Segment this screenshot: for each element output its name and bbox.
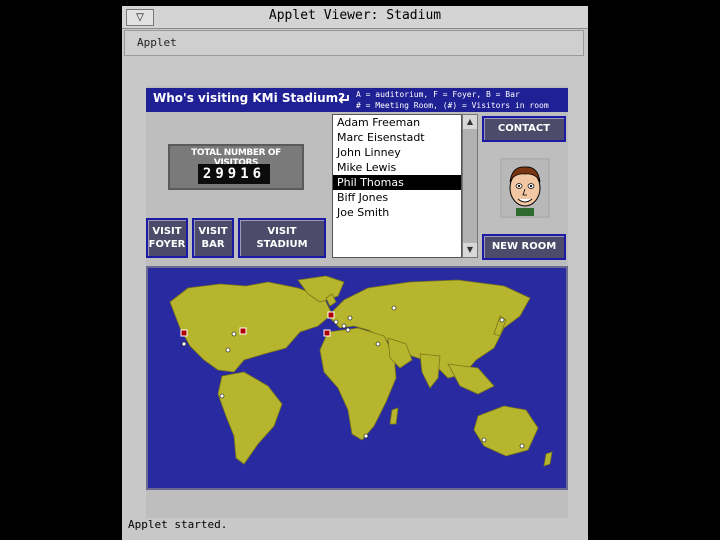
visitor-marker	[341, 323, 347, 329]
legend-line-2: # = Meeting Room, (#) = Visitors in room	[356, 101, 549, 110]
visitor-marker	[231, 331, 237, 337]
menu-bar: Applet	[124, 30, 584, 56]
visitor-list-item[interactable]: Joe Smith	[333, 205, 461, 220]
visit-stadium-button[interactable]: VISIT STADIUM	[238, 218, 326, 258]
room-marker	[323, 329, 331, 337]
legend-line-1: A = auditorium, F = Foyer, B = Bar	[356, 90, 520, 99]
visitor-marker	[375, 341, 381, 347]
visitor-marker	[519, 443, 525, 449]
applet-viewer-window: ▽ Applet Viewer: Stadium Applet Who's vi…	[122, 6, 588, 540]
down-arrow-icon: ↵	[338, 90, 352, 109]
visit-foyer-line1: VISIT	[152, 226, 182, 237]
visitor-marker	[499, 317, 505, 323]
applet-menu[interactable]: Applet	[137, 36, 177, 49]
visitor-marker	[391, 305, 397, 311]
window-title: Applet Viewer: Stadium	[268, 8, 442, 23]
visitor-marker	[345, 327, 351, 333]
visit-bar-button[interactable]: VISIT BAR	[192, 218, 234, 258]
africa-landmass	[319, 327, 397, 441]
southeast-asia-landmass	[447, 363, 495, 395]
visit-stadium-line1: VISIT	[267, 226, 297, 237]
australia-landmass	[473, 405, 539, 457]
visitor-list[interactable]: Adam Freeman Marc Eisenstadt John Linney Mi…	[332, 114, 462, 258]
visitor-list-item[interactable]: Adam Freeman	[333, 115, 461, 130]
room-marker	[239, 327, 247, 335]
visit-foyer-line2: FOYER	[148, 239, 186, 250]
visitor-list-item[interactable]: John Linney	[333, 145, 461, 160]
visitor-marker	[219, 393, 225, 399]
status-bar: Applet started.	[128, 518, 228, 531]
header-banner: Who's visiting KMi Stadium? ↵ A = audito…	[146, 88, 568, 112]
face-icon	[502, 160, 548, 216]
avatar	[500, 158, 550, 218]
new-room-button[interactable]: NEW ROOM	[482, 234, 566, 260]
visitor-list-item[interactable]: Biff Jones	[333, 190, 461, 205]
visitor-list-item[interactable]: Marc Eisenstadt	[333, 130, 461, 145]
counter-digits: 29916	[198, 164, 270, 184]
scroll-down-icon[interactable]: ▼	[463, 243, 477, 257]
visit-stadium-line2: STADIUM	[256, 239, 308, 250]
scroll-up-icon[interactable]: ▲	[463, 115, 477, 129]
world-map[interactable]	[146, 266, 568, 490]
new-zealand-landmass	[543, 451, 553, 467]
india-landmass	[419, 353, 441, 389]
visitor-list-scrollbar[interactable]: ▲ ▼	[462, 114, 478, 258]
visitor-marker	[225, 347, 231, 353]
contact-button[interactable]: CONTACT	[482, 116, 566, 142]
stadium-panel: Who's visiting KMi Stadium? ↵ A = audito…	[146, 86, 568, 518]
north-america-landmass	[169, 281, 333, 373]
title-bar[interactable]: ▽ Applet Viewer: Stadium	[122, 6, 588, 29]
madagascar-landmass	[389, 407, 399, 425]
visitor-marker	[333, 319, 339, 325]
visitor-marker	[347, 315, 353, 321]
visitor-counter: TOTAL NUMBER OF VISITORS 29916	[168, 144, 304, 190]
visit-bar-line1: VISIT	[198, 226, 228, 237]
room-marker	[327, 311, 335, 319]
visitor-list-item[interactable]: Mike Lewis	[333, 160, 461, 175]
visitor-marker	[363, 433, 369, 439]
visitor-list-item[interactable]: Phil Thomas	[333, 175, 461, 190]
visitor-marker	[481, 437, 487, 443]
visit-foyer-button[interactable]: VISIT FOYER	[146, 218, 188, 258]
visitor-marker	[181, 341, 187, 347]
room-marker	[180, 329, 188, 337]
header-title: Who's visiting KMi Stadium?	[153, 91, 346, 105]
visit-bar-line2: BAR	[201, 239, 225, 250]
world-map-graphic	[169, 275, 553, 467]
south-america-landmass	[217, 371, 283, 465]
